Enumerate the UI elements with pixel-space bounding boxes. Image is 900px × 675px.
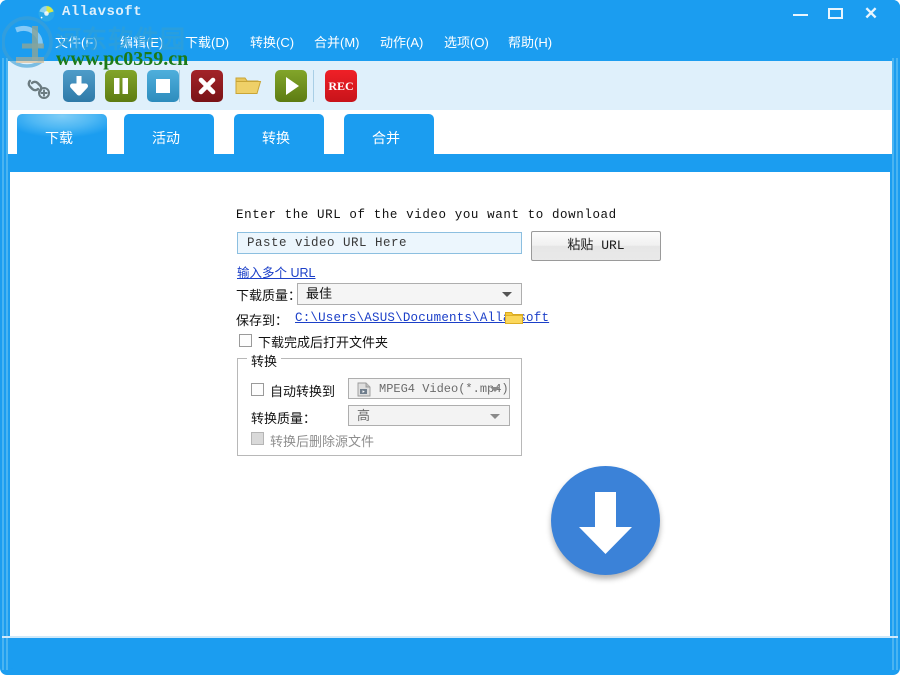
tab-activity[interactable]: 活动 [124, 114, 214, 160]
delete-source-label: 转换后删除源文件 [270, 434, 375, 449]
title-bar: Allavsoft ✕ [0, 0, 900, 28]
close-icon: ✕ [863, 4, 879, 23]
frame-edge-right-outer [896, 58, 898, 670]
convert-quality-label: 转换质量： [251, 411, 317, 426]
menu-item-action[interactable]: 动作(A) [380, 33, 423, 53]
add-url-icon [27, 79, 50, 99]
frame-edge-right-inner [892, 58, 894, 670]
open-folder-icon [235, 77, 262, 94]
tab-convert[interactable]: 转换 [234, 114, 324, 160]
chevron-down-icon [490, 386, 500, 392]
window-title: Allavsoft [62, 4, 143, 20]
menu-item-download[interactable]: 下载(D) [185, 33, 229, 53]
minimize-icon [793, 14, 808, 16]
save-to-label: 保存到： [236, 313, 289, 328]
cancel-button[interactable] [191, 70, 223, 102]
start-download-button[interactable] [551, 466, 660, 575]
open-folder-button[interactable] [233, 70, 265, 102]
status-bar [8, 640, 892, 669]
menu-item-options[interactable]: 选项(O) [444, 33, 489, 53]
menu-item-help[interactable]: 帮助(H) [508, 33, 552, 53]
stop-icon [147, 70, 179, 102]
menu-bar: 文件(F) 编辑(E) 下载(D) 转换(C) 合并(M) 动作(A) 选项(O… [0, 28, 900, 58]
close-button[interactable]: ✕ [858, 4, 884, 24]
multi-url-link[interactable]: 输入多个 URL [237, 262, 315, 281]
record-button[interactable]: REC [325, 70, 357, 102]
frame-edge-left-outer [2, 58, 4, 670]
tab-download[interactable]: 下载 [17, 114, 107, 160]
maximize-icon [828, 8, 843, 19]
add-url-button[interactable] [21, 70, 53, 102]
download-quality-select[interactable]: 最佳 [297, 283, 522, 305]
menu-item-merge[interactable]: 合并(M) [314, 33, 360, 53]
minimize-button[interactable] [788, 4, 814, 24]
enter-url-label: Enter the URL of the video you want to d… [236, 208, 617, 222]
tab-download-label: 下载 [45, 130, 73, 146]
app-window: Allavsoft ✕ 文件(F) 编辑(E) 下载(D) 转换(C) 合并(M… [0, 0, 900, 675]
tab-merge-label: 合并 [372, 130, 400, 146]
output-format-select[interactable]: MPEG4 Video(*.mp4) [348, 378, 510, 399]
url-input[interactable] [237, 232, 522, 254]
download-button[interactable] [63, 70, 95, 102]
frame-edge-bottom [2, 636, 898, 638]
download-icon [63, 70, 95, 102]
video-file-icon [357, 382, 371, 397]
download-quality-value: 最佳 [306, 286, 333, 301]
convert-quality-value: 高 [357, 408, 371, 423]
paste-url-button[interactable]: 粘贴 URL [531, 231, 661, 261]
chevron-down-icon [502, 292, 512, 297]
cancel-icon [191, 70, 223, 102]
menu-item-file[interactable]: 文件(F) [55, 33, 98, 53]
folder-icon[interactable] [505, 311, 523, 325]
download-quality-label: 下载质量： [236, 288, 302, 303]
auto-convert-checkbox[interactable] [251, 383, 264, 396]
frame-edge-left-inner [6, 58, 8, 670]
delete-source-checkbox[interactable] [251, 432, 264, 445]
menu-item-edit[interactable]: 编辑(E) [120, 33, 163, 53]
auto-convert-label: 自动转换到 [270, 384, 336, 399]
download-arrow-icon [579, 492, 632, 554]
maximize-button[interactable] [823, 4, 849, 24]
convert-group-title: 转换 [247, 351, 282, 370]
toolbar-separator-2 [313, 70, 314, 102]
tab-convert-label: 转换 [262, 130, 290, 146]
menu-item-convert[interactable]: 转换(C) [250, 33, 294, 53]
chevron-down-icon [490, 413, 500, 419]
convert-quality-select[interactable]: 高 [348, 405, 510, 426]
tab-activity-label: 活动 [152, 130, 180, 146]
tab-merge[interactable]: 合并 [344, 114, 434, 160]
pause-icon [105, 70, 137, 102]
record-label: REC [328, 79, 354, 93]
pause-button[interactable] [105, 70, 137, 102]
allavsoft-logo-icon [38, 5, 55, 22]
play-button[interactable] [275, 70, 307, 102]
play-icon [275, 70, 307, 102]
toolbar: REC [8, 61, 892, 111]
toolbar-separator-1 [179, 70, 180, 102]
open-folder-after-label: 下载完成后打开文件夹 [258, 335, 389, 350]
record-icon: REC [325, 70, 357, 102]
open-folder-after-checkbox[interactable] [239, 334, 252, 347]
stop-button[interactable] [147, 70, 179, 102]
